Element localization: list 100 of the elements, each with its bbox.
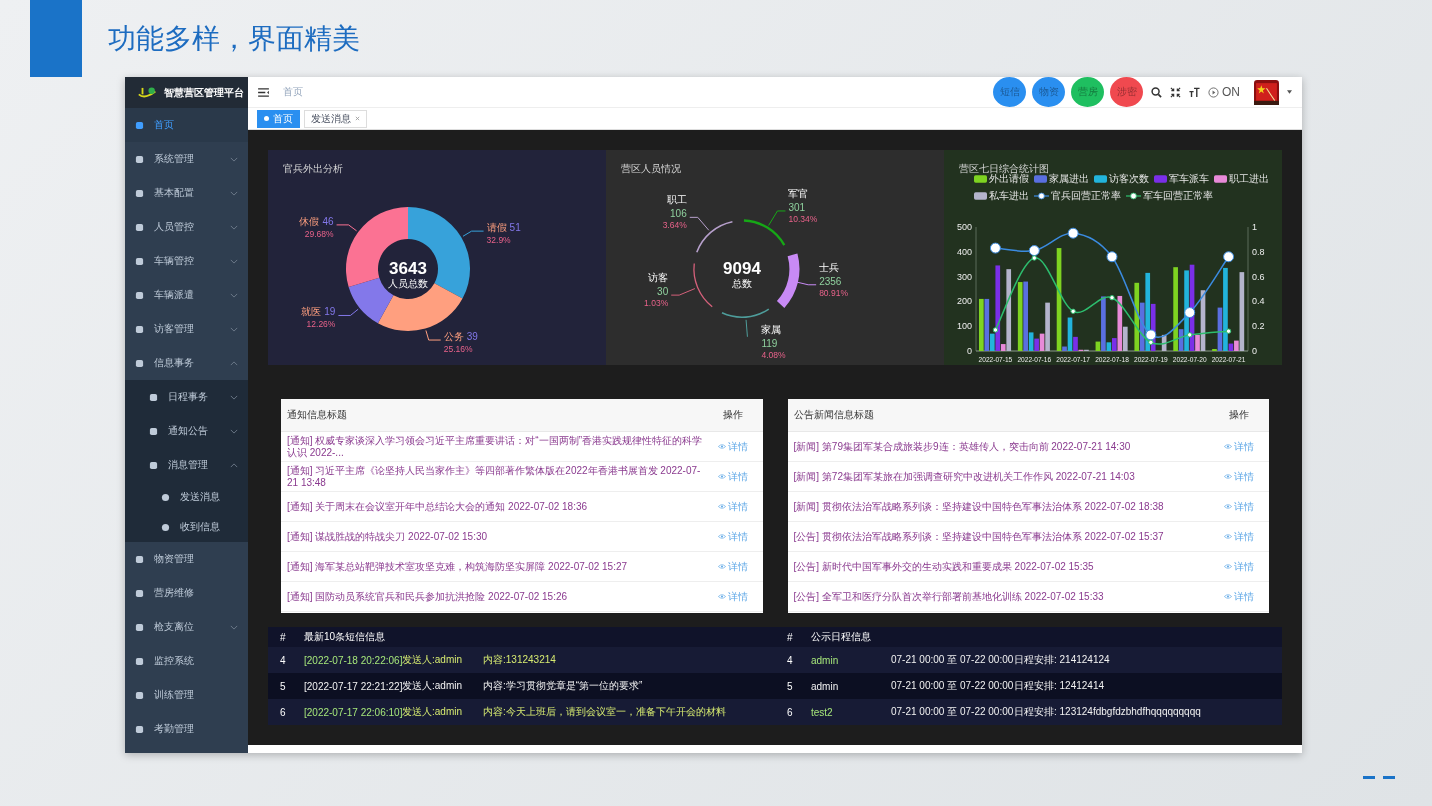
chevron-icon xyxy=(230,190,238,196)
column-header: 通知信息标题 xyxy=(287,408,347,422)
row-number: 4 xyxy=(280,654,287,666)
point xyxy=(1106,251,1118,263)
row-number: 6 xyxy=(787,706,794,718)
notice-title[interactable]: [公告] 新时代中国军事外交的生动实践和重要成果 2022-07-02 15:35 xyxy=(793,560,1209,573)
value-label: 30 xyxy=(657,286,669,298)
menu-icon xyxy=(149,426,158,436)
menu-icon xyxy=(135,588,144,598)
menu-item[interactable]: 收到信息 xyxy=(125,512,248,542)
notice-title[interactable]: [新闻] 第72集团军某旅在加强调查研究中改进机关工作作风 2022-07-21 14:03 xyxy=(793,470,1209,483)
table-cell-text: 日程安排: 214124124 xyxy=(1014,653,1111,667)
exit-fullscreen-icon[interactable] xyxy=(1170,86,1181,98)
notice-title[interactable]: [通知] 关于周末在会议室开年中总结论大会的通知 2022-07-02 18:36 xyxy=(287,500,703,513)
caret-icon[interactable] xyxy=(1287,90,1292,94)
table-cell: [2022-07-18 20:22:06] xyxy=(304,654,402,666)
notice-title[interactable]: [通知] 习近平主席《论坚持人民当家作主》等四部著作繁体版在2022年香港书展首发 2022-07-21 13:48 xyxy=(287,464,703,489)
table-cell-text: 日程安排: 12412414 xyxy=(1014,679,1106,693)
menu-icon xyxy=(135,120,144,130)
column-header: 公告新闻信息标题 xyxy=(793,408,874,422)
leader-line xyxy=(462,230,485,237)
axis-tick-label: 200 xyxy=(956,296,972,307)
legend-swatch-icon xyxy=(1154,175,1167,183)
menu-item[interactable]: 发送消息 xyxy=(125,482,248,512)
menu-item[interactable]: 通知公告 xyxy=(125,414,248,448)
column-header: # xyxy=(787,631,794,643)
menu-item[interactable]: 车辆管控 xyxy=(125,244,248,278)
menu-item[interactable]: 监控系统 xyxy=(125,644,248,678)
menu-item[interactable]: 首页 xyxy=(125,108,248,142)
menu-item[interactable]: 人员管控 xyxy=(125,210,248,244)
legend-item[interactable]: 官兵回营正常率 xyxy=(1034,189,1121,203)
chevron-icon xyxy=(230,428,238,434)
notice-title[interactable]: [通知] 国防动员系统官兵和民兵参加抗洪抢险 2022-07-02 15:26 xyxy=(287,590,703,603)
notice-title[interactable]: [通知] 海军某总站靶弹技术室攻坚克难，构筑海防坚实屏障 2022-07-02 15:27 xyxy=(287,560,703,573)
category-label: 士兵 xyxy=(819,261,840,273)
category-label: 军官 xyxy=(788,187,809,199)
menu-item[interactable]: 训练管理 xyxy=(125,678,248,712)
menu-item[interactable]: 枪支离位 xyxy=(125,610,248,644)
menu-item[interactable]: 信息事务 xyxy=(125,346,248,380)
menu-item[interactable]: 系统管理 xyxy=(125,142,248,176)
point xyxy=(1223,251,1235,263)
point xyxy=(1184,307,1196,319)
total-value: 9094 xyxy=(723,259,761,278)
category-label: 家属 xyxy=(761,323,782,335)
legend-item[interactable]: 军车派车 xyxy=(1154,172,1209,186)
legend-item[interactable]: 访客次数 xyxy=(1094,172,1149,186)
axis-tick-label: 1 xyxy=(1252,222,1257,232)
table-cell-text: test2 xyxy=(811,706,834,718)
menu-icon[interactable] xyxy=(258,87,269,97)
leader-line xyxy=(670,288,696,296)
notice-title[interactable]: [公告] 全军卫和医疗分队首次举行部署前基地化训练 2022-07-02 15:33 xyxy=(793,590,1209,603)
breadcrumb: 首页 xyxy=(283,85,303,99)
menu-icon xyxy=(135,690,144,700)
menu-item[interactable]: 物资管理 xyxy=(125,542,248,576)
menu-item[interactable]: 车辆派遣 xyxy=(125,278,248,312)
notice-title[interactable]: [通知] 谋战胜战的特战尖刀 2022-07-02 15:30 xyxy=(287,530,703,543)
value-label: 2356 xyxy=(819,275,842,287)
menu-item[interactable]: 访客管理 xyxy=(125,312,248,346)
percent-label: 3.64% xyxy=(662,220,687,231)
menu-item[interactable]: 消息管理 xyxy=(125,448,248,482)
category-label: 职工 xyxy=(666,194,687,206)
total-value: 3643 xyxy=(389,259,427,278)
leader-line xyxy=(689,216,710,231)
play-toggle[interactable]: ON xyxy=(1208,85,1240,99)
table-cell: 07-21 00:00 至 07-22 00:00 xyxy=(891,679,1014,693)
text-size-icon[interactable] xyxy=(1189,86,1200,98)
menu-icon xyxy=(135,622,144,632)
legend-swatch-icon xyxy=(974,175,987,183)
axis-tick-label: 0 xyxy=(1252,346,1257,356)
page-tab[interactable]: 发送消息 xyxy=(304,109,367,128)
table-cell-text: 内容:131243214 xyxy=(483,653,557,667)
notice-title[interactable]: [通知] 权威专家谈深入学习领会习近平主席重要讲话：对“一国两制”香港实践规律性特征的科学认识 2022-... xyxy=(287,434,703,459)
menu-icon xyxy=(149,460,158,470)
menu-item[interactable]: 营房维修 xyxy=(125,576,248,610)
table-cell-text: 内容:今天上班后，请到会议室一，准备下午开会的材料 xyxy=(483,705,727,719)
menu-item[interactable]: 考勤管理 xyxy=(125,712,248,746)
axis-tick-label: 0.4 xyxy=(1252,296,1265,307)
legend-item[interactable]: 军车回营正常率 xyxy=(1126,189,1213,203)
chevron-icon xyxy=(230,326,238,332)
percent-label: 4.08% xyxy=(761,349,786,360)
legend-swatch-icon xyxy=(974,192,987,200)
chevron-icon xyxy=(230,224,238,230)
category-label: 访客 xyxy=(648,272,669,284)
notice-title[interactable]: [新闻] 第79集团军某合成旅装步9连：英雄传人，突击向前 2022-07-21 14:30 xyxy=(793,440,1209,453)
notice-title[interactable]: [公告] 贯彻依法治军战略系列谈：坚持建设中国特色军事法治体系 2022-07-02 15:37 xyxy=(793,530,1209,543)
play-icon xyxy=(1208,86,1219,98)
total-label: 总数 xyxy=(732,278,752,289)
percent-label: 12.26% xyxy=(306,319,336,330)
menu-icon xyxy=(135,290,144,300)
menu-icon xyxy=(135,656,144,666)
legend-item[interactable]: 职工进出 xyxy=(1214,172,1269,186)
legend-item[interactable]: 家属进出 xyxy=(1034,172,1089,186)
menu-item[interactable]: 日程事务 xyxy=(125,380,248,414)
search-icon[interactable] xyxy=(1151,86,1162,98)
axis-tick-label: 300 xyxy=(956,271,972,282)
notice-title[interactable]: [新闻] 贯彻依法治军战略系列谈：坚持建设中国特色军事法治体系 2022-07-02 18:38 xyxy=(793,500,1209,513)
legend-item[interactable]: 私车进出 xyxy=(974,189,1029,203)
category-label: 休假 xyxy=(299,215,320,227)
menu-item[interactable]: 基本配置 xyxy=(125,176,248,210)
menu-icon xyxy=(135,724,144,734)
